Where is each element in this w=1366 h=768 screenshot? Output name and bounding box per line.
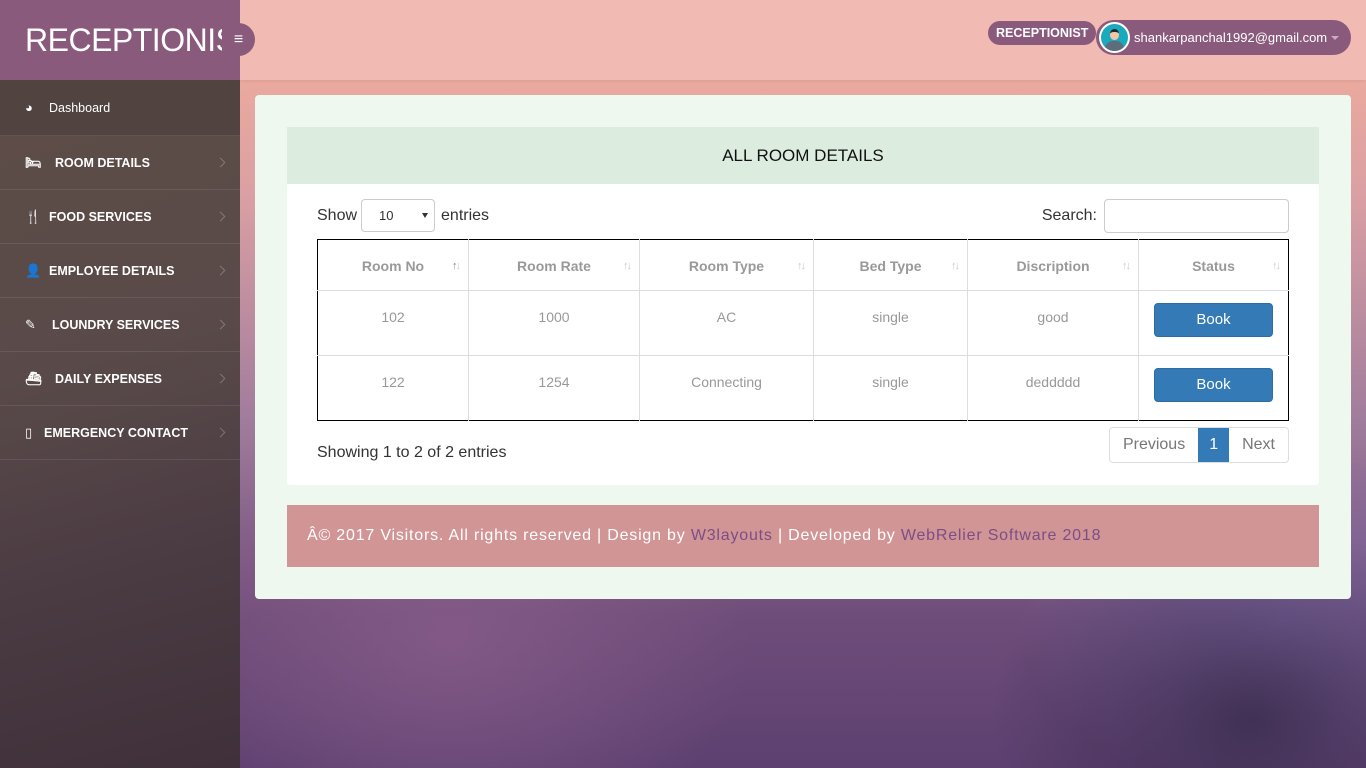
table-row: 122 1254 Connecting single deddddd Book [317,355,1289,421]
user-menu-button[interactable]: shankarpanchal1992@gmail.com [1096,20,1351,55]
footer-text-middle: | Developed by [772,527,901,544]
page-1-button[interactable]: 1 [1198,428,1230,462]
hamburger-icon: ≡ [233,30,244,48]
sidebar-item-label: DAILY EXPENSES [55,371,162,386]
sidebar-item-label: Dashboard [49,100,111,115]
column-label: Discription [1016,258,1090,274]
room-details-card: ALL ROOM DETAILS Show 10 entries Search:… [287,127,1319,485]
cell-room-rate: 1254 [468,355,640,421]
search-label: Search: [1041,207,1097,224]
book-button[interactable]: Book [1154,303,1273,337]
column-header-description[interactable]: Discription ↑↓ [967,239,1139,291]
cell-status: Book [1138,290,1289,356]
previous-page-button[interactable]: Previous [1109,428,1199,462]
pagination: Previous 1 Next [1108,427,1289,463]
select-arrow-icon [422,213,429,218]
sidebar-item-employee-details[interactable]: 👤 EMPLOYEE DETAILS [0,244,240,298]
sidebar-item-dashboard[interactable]: ◕ Dashboard [0,80,240,136]
sort-icon: ↑↓ [1122,260,1131,272]
chevron-right-icon [215,157,226,167]
column-header-room-rate[interactable]: Room Rate ↑↓ [468,239,640,291]
user-email: shankarpanchal1992@gmail.com [1134,30,1328,45]
footer-text: Â© 2017 Visitors. All rights reserved | … [307,527,691,544]
sidebar-item-label: FOOD SERVICES [49,209,152,224]
column-label: Status [1192,258,1235,274]
cell-bed-type: single [813,290,968,356]
column-label: Room No [361,258,425,274]
main-panel: ALL ROOM DETAILS Show 10 entries Search:… [255,95,1351,599]
footer: Â© 2017 Visitors. All rights reserved | … [287,505,1319,567]
sidebar-item-emergency-contact[interactable]: ▯ EMERGENCY CONTACT [0,406,240,460]
next-page-button[interactable]: Next [1229,428,1288,462]
ship-icon: ⛴ [25,370,42,386]
sort-icon: ↑↓ [1272,260,1281,272]
show-label: Show [317,206,358,224]
cell-description: good [967,290,1139,356]
webrelier-link[interactable]: WebRelier Software 2018 [901,527,1101,544]
entries-label: entries [441,206,490,224]
table-info: Showing 1 to 2 of 2 entries [317,444,507,461]
book-button[interactable]: Book [1154,368,1273,402]
top-bar: RECEPTIONIST shankarpanchal1992@gmail.co… [240,0,1366,80]
cell-room-no: 122 [317,355,469,421]
rooms-table: Room No ↑↓ Room Rate ↑↓ Room Type ↑↓ Bed… [317,239,1289,421]
sidebar-item-label: LOUNDRY SERVICES [52,317,180,332]
bed-icon: 🛏 [25,154,42,170]
search-control: Search: [1042,199,1289,233]
magic-wand-icon: ✎ [25,316,36,332]
chevron-right-icon [215,427,226,437]
brand-header: RECEPTIONIST [0,0,240,80]
chevron-right-icon [215,265,226,275]
sidebar-item-label: EMPLOYEE DETAILS [49,263,175,278]
column-label: Room Rate [517,258,591,274]
cell-description: deddddd [967,355,1139,421]
sort-icon: ↑↓ [452,260,461,272]
w3layouts-link[interactable]: W3layouts [691,527,773,544]
menu-toggle-button[interactable]: ≡ [222,23,255,56]
sidebar-item-room-details[interactable]: 🛏 ROOM DETAILS [0,136,240,190]
page-length-value: 10 [379,208,394,223]
column-label: Room Type [688,258,765,274]
search-input[interactable] [1104,199,1289,233]
sidebar-item-label: EMERGENCY CONTACT [44,425,188,440]
cell-room-no: 102 [381,309,405,325]
page-title: ALL ROOM DETAILS [287,127,1319,184]
sidebar-item-label: ROOM DETAILS [55,155,150,170]
mobile-phone-icon: ▯ [25,424,33,440]
chevron-right-icon [215,373,226,383]
caret-down-icon [1331,36,1339,40]
column-header-room-type[interactable]: Room Type ↑↓ [639,239,814,291]
sidebar: ◕ Dashboard 🛏 ROOM DETAILS 🍴 FOOD SERVIC… [0,80,240,768]
role-badge: RECEPTIONIST [988,21,1097,45]
sidebar-item-daily-expenses[interactable]: ⛴ DAILY EXPENSES [0,352,240,406]
user-icon: 👤 [25,262,42,278]
cell-room-rate: 1000 [468,290,640,356]
sort-icon: ↑↓ [797,260,806,272]
column-header-bed-type[interactable]: Bed Type ↑↓ [813,239,968,291]
table-row: 102 1000 AC single good Book [318,290,1289,356]
chevron-right-icon [215,211,226,221]
sort-icon: ↑↓ [951,260,960,272]
sidebar-item-food-services[interactable]: 🍴 FOOD SERVICES [0,190,240,244]
cell-room-type: AC [639,290,814,356]
app-title: RECEPTIONIST [25,22,223,58]
cell-room-type: Connecting [639,355,814,421]
table-header-row: Room No ↑↓ Room Rate ↑↓ Room Type ↑↓ Bed… [317,239,1289,291]
page-length-select[interactable]: 10 [361,199,436,232]
column-header-status[interactable]: Status ↑↓ [1138,239,1289,291]
user-avatar-icon [1099,22,1130,53]
sidebar-item-loundry-services[interactable]: ✎ LOUNDRY SERVICES [0,298,240,352]
page-length-control: Show 10 entries [317,199,489,232]
cell-status: Book [1138,355,1289,421]
sort-icon: ↑↓ [623,260,632,272]
column-header-room-no[interactable]: Room No ↑↓ [317,239,469,291]
cell-bed-type: single [813,355,968,421]
column-label: Bed Type [859,258,922,274]
chevron-right-icon [215,319,226,329]
cutlery-icon: 🍴 [25,208,42,224]
dashboard-icon: ◕ [25,100,33,115]
